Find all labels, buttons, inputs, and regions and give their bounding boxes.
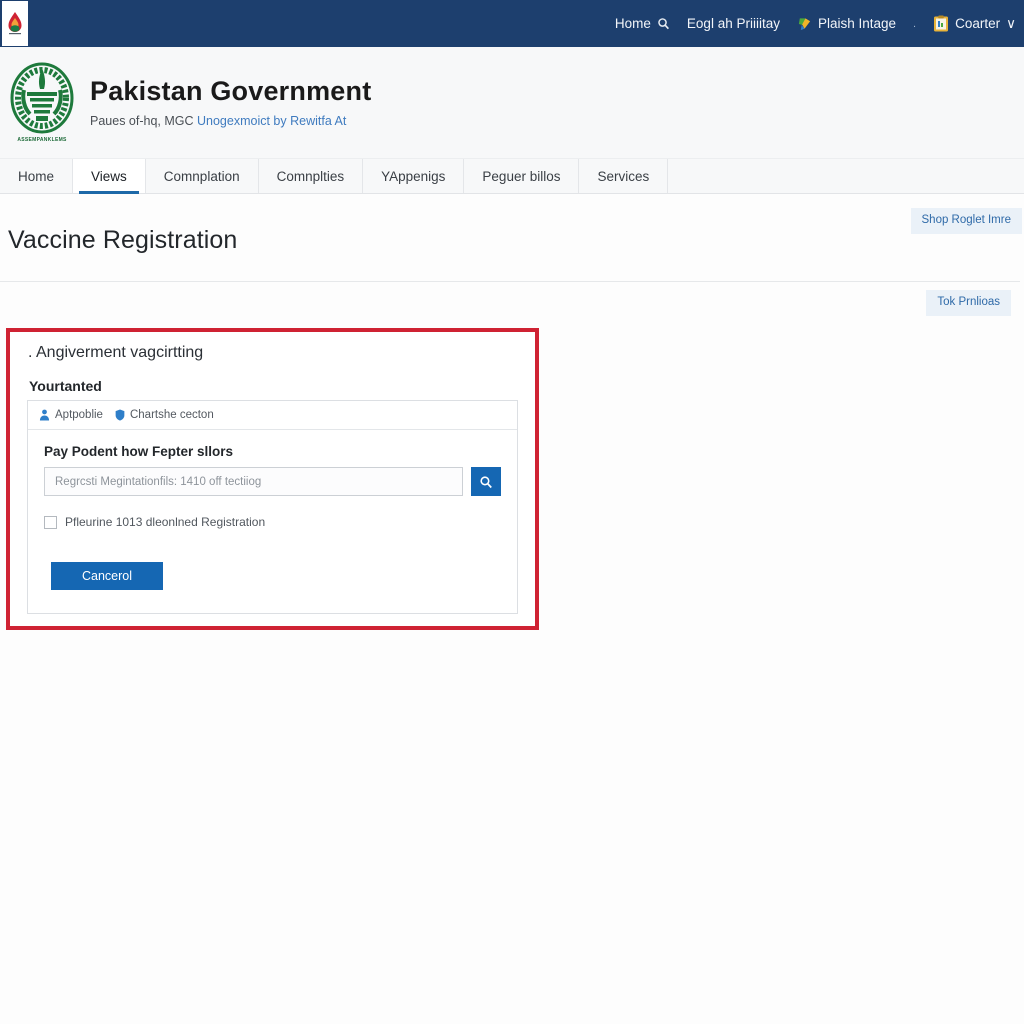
page-title: Vaccine Registration — [8, 226, 238, 254]
tab-label-yappenigs: YAppenigs — [381, 168, 446, 184]
brand-subtitle-link[interactable]: Unogexmoict by Rewitfa At — [197, 114, 346, 128]
top-nav-item-coarter[interactable]: Coarter ∨ — [933, 15, 1016, 32]
panel-tab-label-aptpoblie: Aptpoblie — [55, 409, 103, 421]
tab-label-views: Views — [91, 168, 127, 184]
brand-text-block: Pakistan Government Paues of-hq, MGC Uno… — [90, 76, 372, 128]
shop-roglet-imre-button[interactable]: Shop Roglet Imre — [910, 208, 1022, 234]
panel-tab-label-chartshe-cecton: Chartshe cecton — [129, 409, 214, 421]
main-tab-strip: Home Views Comnplation Comnplties YAppen… — [0, 159, 1024, 194]
tab-label-comnplation: Comnplation — [163, 168, 240, 184]
tok-prnlioas-button[interactable]: Tok Prnlioas — [926, 290, 1011, 316]
brand-title: Pakistan Government — [90, 76, 372, 107]
tab-comnplation[interactable]: Comnplation — [146, 159, 259, 193]
brand-subtitle: Paues of-hq, MGC Unogexmoict by Rewitfa … — [90, 114, 371, 128]
tab-home[interactable]: Home — [0, 159, 74, 193]
top-nav-item-priiiitay[interactable]: Eogl ah Priiiitay — [687, 17, 780, 31]
top-nav-label-coarter: Coarter — [955, 15, 1001, 31]
tab-yappenigs[interactable]: YAppenigs — [363, 159, 465, 193]
tab-peguer-billos[interactable]: Peguer billos — [464, 159, 580, 193]
search-field-label: Pay Podent how Fepter sllors — [44, 444, 234, 459]
previous-registration-checkbox-row[interactable]: Pfleurine 1013 dleonlned Registration — [44, 515, 501, 529]
search-icon — [480, 475, 492, 488]
top-nav-links: Home Eogl ah Priiiitay Plaish Intage . C… — [615, 15, 1016, 32]
tab-views[interactable]: Views — [73, 159, 146, 194]
top-nav-item-plaish-intage[interactable]: Plaish Intage — [797, 16, 896, 32]
page-root: Home Eogl ah Priiiitay Plaish Intage . C… — [0, 0, 1024, 1024]
search-input-row — [44, 467, 501, 496]
registration-search-input[interactable] — [44, 467, 463, 496]
previous-registration-checkbox-label: Pfleurine 1013 dleonlned Registration — [65, 515, 266, 529]
ribbon-icon — [798, 17, 811, 30]
person-icon — [39, 409, 50, 421]
droplet-flame-icon — [8, 11, 22, 34]
previous-registration-checkbox[interactable] — [44, 515, 57, 529]
search-icon — [658, 18, 669, 30]
shield-icon — [115, 409, 125, 421]
registration-panel: Aptpoblie Chartshe cecton Pay Podent how… — [27, 400, 518, 614]
top-nav-label-priiiitay: Eogl ah Priiiitay — [686, 15, 780, 31]
top-nav-label-plaish-intage: Plaish Intage — [817, 15, 897, 31]
tab-label-peguer-billos: Peguer billos — [482, 168, 561, 184]
top-nav-separator: . — [913, 17, 917, 30]
tab-services[interactable]: Services — [579, 159, 669, 193]
emblem-wrapper: ASSEMPANKLEMS — [2, 62, 82, 143]
panel-tab-aptpoblie[interactable]: Aptpoblie — [39, 409, 103, 421]
panel-tab-chartshe-cecton[interactable]: Chartshe cecton — [115, 409, 214, 421]
top-nav-label-home: Home — [614, 15, 651, 31]
tab-comnplties[interactable]: Comnplties — [259, 159, 364, 193]
card-heading: . Angiverment vagcirtting — [28, 344, 204, 361]
emblem-caption: ASSEMPANKLEMS — [17, 137, 67, 143]
top-nav-item-home[interactable]: Home — [615, 17, 670, 31]
clipboard-icon — [934, 15, 949, 32]
panel-body: Pay Podent how Fepter sllors Pfleurin — [28, 430, 517, 529]
brand-header: ASSEMPANKLEMS Pakistan Government Paues … — [0, 47, 1024, 159]
search-button[interactable] — [471, 467, 501, 496]
brand-subtitle-plain: Paues of-hq, MGC — [90, 113, 194, 128]
title-divider — [0, 281, 1020, 282]
top-navigation-bar: Home Eogl ah Priiiitay Plaish Intage . C… — [0, 0, 1024, 47]
cancerol-button[interactable]: Cancerol — [51, 562, 163, 590]
tab-label-services: Services — [597, 168, 650, 184]
page-content: Vaccine Registration Shop Roglet Imre To… — [0, 194, 1024, 1024]
browser-favicon — [2, 1, 28, 46]
panel-tab-bar: Aptpoblie Chartshe cecton — [28, 401, 517, 430]
tab-label-comnplties: Comnplties — [276, 168, 345, 184]
highlighted-registration-card: . Angiverment vagcirtting Yourtanted Apt… — [6, 328, 539, 630]
pakistan-government-emblem-icon — [10, 62, 74, 134]
tab-label-home: Home — [18, 168, 55, 184]
chevron-down-icon: ∨ — [1006, 15, 1016, 31]
card-subheading: Yourtanted — [29, 378, 102, 394]
